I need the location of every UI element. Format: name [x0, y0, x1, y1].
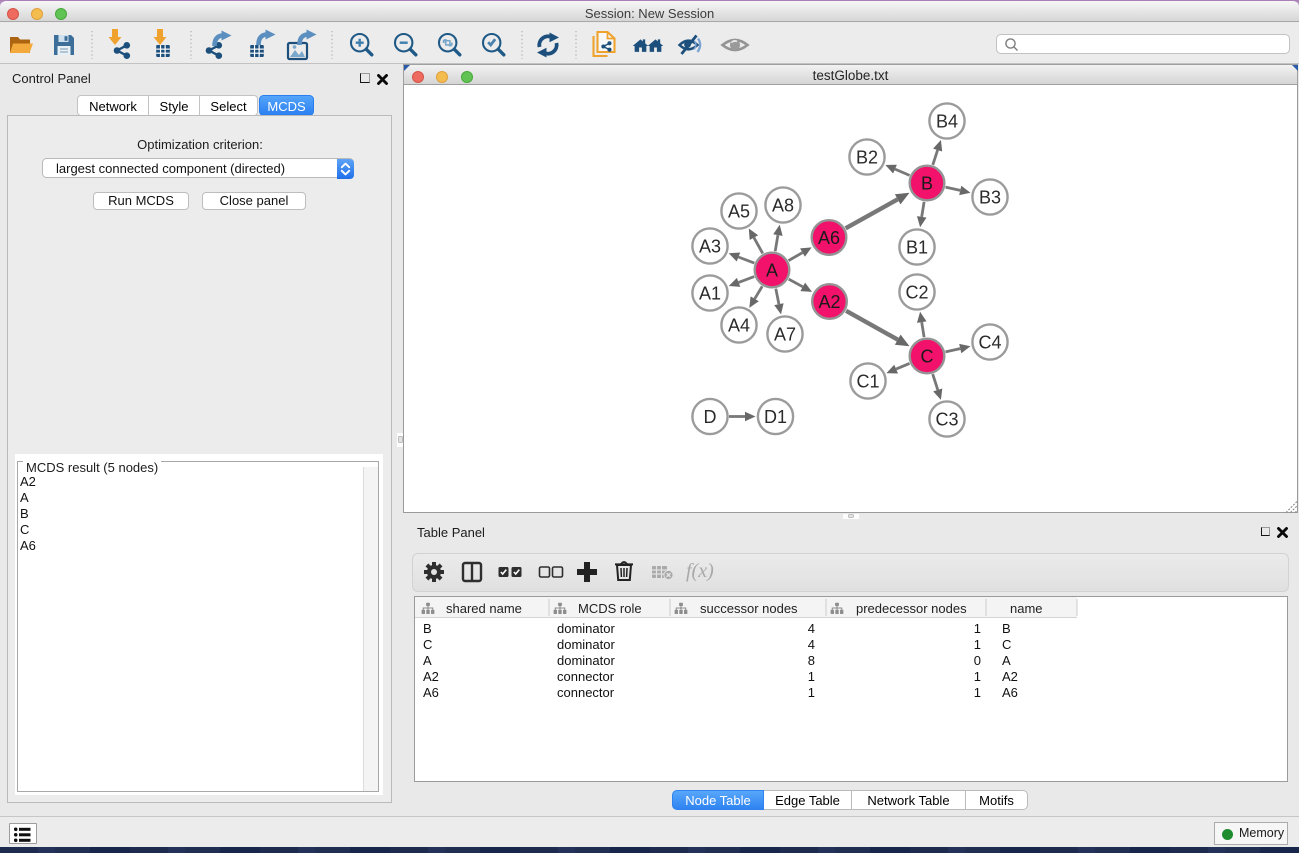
- svg-text:C3: C3: [935, 409, 958, 429]
- svg-text:B4: B4: [936, 111, 958, 131]
- svg-text:A2: A2: [818, 292, 840, 312]
- svg-text:A7: A7: [774, 324, 796, 344]
- svg-text:C1: C1: [856, 371, 879, 391]
- svg-text:B1: B1: [906, 237, 928, 257]
- svg-text:A: A: [766, 260, 778, 280]
- svg-text:C: C: [921, 346, 934, 366]
- svg-text:D: D: [704, 407, 717, 427]
- svg-text:A6: A6: [818, 228, 840, 248]
- svg-text:D1: D1: [764, 407, 787, 427]
- svg-text:B: B: [921, 173, 933, 193]
- svg-text:C2: C2: [905, 282, 928, 302]
- svg-text:B3: B3: [979, 187, 1001, 207]
- svg-text:C4: C4: [978, 332, 1001, 352]
- svg-text:B2: B2: [856, 147, 878, 167]
- svg-text:A8: A8: [772, 195, 794, 215]
- svg-text:A1: A1: [699, 283, 721, 303]
- svg-text:A4: A4: [728, 315, 750, 335]
- svg-text:A5: A5: [728, 201, 750, 221]
- svg-text:A3: A3: [699, 236, 721, 256]
